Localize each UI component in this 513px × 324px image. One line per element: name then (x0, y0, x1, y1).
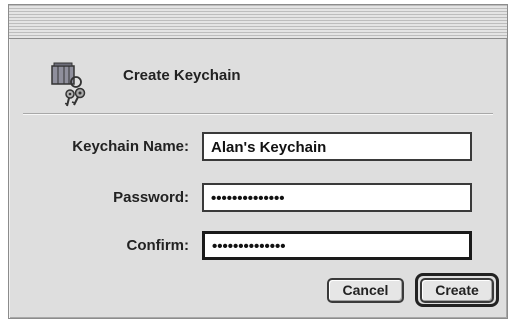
window-titlebar[interactable] (9, 5, 507, 39)
password-label: Password: (113, 189, 189, 206)
password-field[interactable]: •••••••••••••• (202, 183, 472, 212)
keychain-name-field[interactable]: Alan's Keychain (202, 132, 472, 161)
cancel-button[interactable]: Cancel (327, 278, 404, 303)
divider (23, 113, 493, 115)
confirm-password-field[interactable]: •••••••••••••• (202, 231, 472, 260)
confirm-label: Confirm: (126, 237, 190, 254)
create-button[interactable]: Create (420, 278, 494, 303)
keychain-name-label: Keychain Name: (72, 138, 189, 155)
dialog-title: Create Keychain (123, 67, 241, 84)
keychain-icon (49, 60, 97, 108)
create-keychain-dialog: Create Keychain Keychain Name: Alan's Ke… (8, 4, 508, 319)
